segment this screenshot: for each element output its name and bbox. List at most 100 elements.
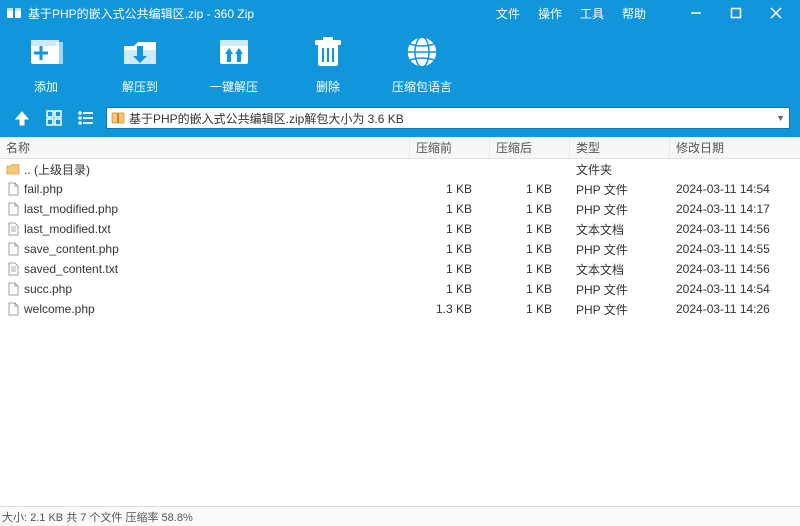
file-name: welcome.php: [24, 302, 95, 316]
table-row[interactable]: welcome.php 1.3 KB1 KBPHP 文件2024-03-11 14…: [0, 299, 800, 319]
cell-date: 2024-03-11 14:26: [670, 299, 800, 319]
cell-before: 1 KB: [410, 279, 490, 299]
add-label: 添加: [34, 78, 58, 95]
menu-operate[interactable]: 操作: [538, 5, 562, 22]
cell-date: [670, 159, 800, 179]
one-click-label: 一键解压: [210, 78, 258, 95]
file-icon: [6, 182, 20, 196]
table-row[interactable]: fail.php1 KB1 KBPHP 文件2024-03-11 14:54: [0, 179, 800, 199]
cell-date: 2024-03-11 14:55: [670, 239, 800, 259]
cell-type: 文本文档: [570, 219, 670, 239]
maximize-button[interactable]: [716, 0, 756, 26]
titlebar: 基于PHP的嵌入式公共编辑区.zip - 360 Zip 文件 操作 工具 帮助: [0, 0, 800, 26]
app-icon: [6, 5, 22, 21]
table-row[interactable]: last_modified.txt1 KB1 KB文本文档2024-03-11 …: [0, 219, 800, 239]
file-icon: [6, 242, 20, 256]
cell-after: 1 KB: [490, 219, 570, 239]
status-bar: 大小: 2.1 KB 共 7 个文件 压缩率 58.8%: [0, 506, 800, 526]
cell-after: 1 KB: [490, 259, 570, 279]
menu-tools[interactable]: 工具: [580, 5, 604, 22]
file-name: saved_content.txt: [24, 262, 118, 276]
file-icon: [6, 202, 20, 216]
up-button[interactable]: [10, 107, 34, 129]
path-text: 基于PHP的嵌入式公共编辑区.zip解包大小为 3.6 KB: [129, 110, 404, 127]
toolbar: 添加 解压到 一键解压 删除 压缩包语言: [0, 26, 800, 103]
cell-type: PHP 文件: [570, 299, 670, 319]
globe-icon: [402, 32, 442, 72]
cell-date: 2024-03-11 14:54: [670, 179, 800, 199]
table-row[interactable]: saved_content.txt1 KB1 KB文本文档2024-03-11 …: [0, 259, 800, 279]
cell-before: 1 KB: [410, 199, 490, 219]
view-list-button[interactable]: [74, 107, 98, 129]
cell-after: 1 KB: [490, 199, 570, 219]
file-name: .. (上级目录): [24, 161, 90, 178]
extract-to-button[interactable]: 解压到: [110, 32, 170, 95]
cell-type: 文本文档: [570, 259, 670, 279]
language-button[interactable]: 压缩包语言: [392, 32, 452, 95]
cell-before: [410, 159, 490, 179]
cell-after: 1 KB: [490, 239, 570, 259]
cell-date: 2024-03-11 14:54: [670, 279, 800, 299]
path-input[interactable]: 基于PHP的嵌入式公共编辑区.zip解包大小为 3.6 KB ▼: [106, 107, 790, 129]
file-icon: [6, 302, 20, 316]
file-name: save_content.php: [24, 242, 119, 256]
view-thumb-button[interactable]: [42, 107, 66, 129]
cell-before: 1 KB: [410, 259, 490, 279]
table-row[interactable]: succ.php1 KB1 KBPHP 文件2024-03-11 14:54: [0, 279, 800, 299]
extract-to-icon: [120, 32, 160, 72]
extract-to-label: 解压到: [122, 78, 158, 95]
cell-type: PHP 文件: [570, 239, 670, 259]
cell-type: 文件夹: [570, 159, 670, 179]
cell-date: 2024-03-11 14:56: [670, 219, 800, 239]
add-icon: [26, 32, 66, 72]
file-name: fail.php: [24, 182, 63, 196]
file-icon: [6, 282, 20, 296]
col-name[interactable]: 名称: [0, 137, 410, 158]
list-header: 名称 压缩前 压缩后 类型 修改日期: [0, 137, 800, 159]
window-title: 基于PHP的嵌入式公共编辑区.zip - 360 Zip: [28, 5, 254, 22]
file-icon: [6, 262, 20, 276]
cell-type: PHP 文件: [570, 179, 670, 199]
path-dropdown-icon[interactable]: ▼: [776, 113, 785, 123]
menu-bar: 文件 操作 工具 帮助: [496, 5, 646, 22]
col-after[interactable]: 压缩后: [490, 137, 570, 158]
cell-before: 1 KB: [410, 219, 490, 239]
close-button[interactable]: [756, 0, 796, 26]
delete-label: 删除: [316, 78, 340, 95]
col-date[interactable]: 修改日期: [670, 137, 800, 158]
menu-file[interactable]: 文件: [496, 5, 520, 22]
cell-before: 1.3 KB: [410, 299, 490, 319]
table-row[interactable]: save_content.php1 KB1 KBPHP 文件2024-03-11…: [0, 239, 800, 259]
file-icon: [6, 162, 20, 176]
file-name: succ.php: [24, 282, 72, 296]
cell-after: 1 KB: [490, 179, 570, 199]
col-type[interactable]: 类型: [570, 137, 670, 158]
file-icon: [6, 222, 20, 236]
add-button[interactable]: 添加: [16, 32, 76, 95]
delete-button[interactable]: 删除: [298, 32, 358, 95]
navbar: 基于PHP的嵌入式公共编辑区.zip解包大小为 3.6 KB ▼: [0, 103, 800, 137]
language-label: 压缩包语言: [392, 78, 452, 95]
cell-before: 1 KB: [410, 239, 490, 259]
table-row[interactable]: .. (上级目录) 文件夹: [0, 159, 800, 179]
status-text: 大小: 2.1 KB 共 7 个文件 压缩率 58.8%: [2, 509, 193, 525]
cell-after: 1 KB: [490, 299, 570, 319]
menu-help[interactable]: 帮助: [622, 5, 646, 22]
file-list: 名称 压缩前 压缩后 类型 修改日期 .. (上级目录) 文件夹 fail.php 1…: [0, 137, 800, 506]
one-click-icon: [214, 32, 254, 72]
archive-icon: [111, 111, 125, 125]
cell-type: PHP 文件: [570, 279, 670, 299]
cell-date: 2024-03-11 14:56: [670, 259, 800, 279]
cell-after: [490, 159, 570, 179]
cell-after: 1 KB: [490, 279, 570, 299]
delete-icon: [308, 32, 348, 72]
col-before[interactable]: 压缩前: [410, 137, 490, 158]
file-name: last_modified.txt: [24, 222, 111, 236]
table-row[interactable]: last_modified.php1 KB1 KBPHP 文件2024-03-1…: [0, 199, 800, 219]
cell-type: PHP 文件: [570, 199, 670, 219]
cell-date: 2024-03-11 14:17: [670, 199, 800, 219]
minimize-button[interactable]: [676, 0, 716, 26]
cell-before: 1 KB: [410, 179, 490, 199]
window-controls: [676, 0, 796, 26]
one-click-extract-button[interactable]: 一键解压: [204, 32, 264, 95]
